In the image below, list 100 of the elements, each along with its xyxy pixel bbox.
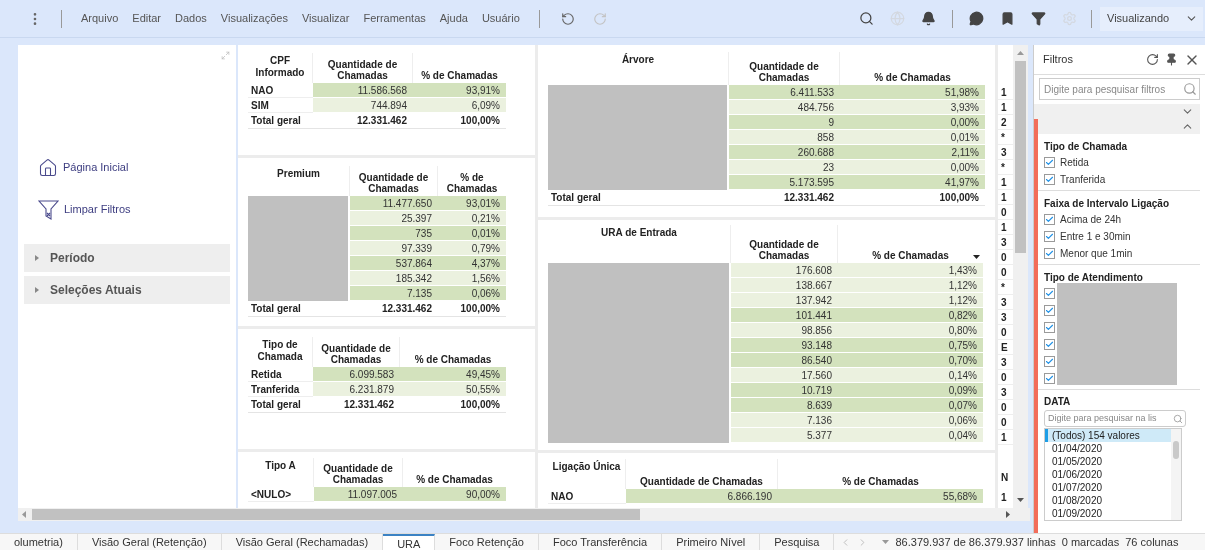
menu-item[interactable]: Usuário — [474, 10, 527, 27]
table-cell: 176.608 — [731, 263, 838, 278]
bookmark-icon[interactable] — [1000, 11, 1015, 26]
column-header: % de Chamadas — [445, 172, 499, 194]
table-cell: 4,37% — [438, 256, 506, 271]
table-cell: 7.136 — [731, 413, 838, 428]
scroll-up-icon[interactable] — [1017, 51, 1024, 55]
checkbox[interactable] — [1044, 356, 1055, 367]
total-label: Total geral — [548, 190, 729, 206]
checkbox[interactable] — [1044, 214, 1055, 225]
table-cell: 7.135 — [350, 286, 438, 301]
table-cell: 25.397 — [350, 211, 438, 226]
list-item[interactable]: 01/04/2020 — [1045, 442, 1171, 455]
table-cell: 97.339 — [350, 241, 438, 256]
sort-caret-icon[interactable] — [973, 255, 980, 259]
menu-item[interactable]: Dados — [168, 10, 214, 27]
list-item[interactable]: (Todos) 154 valores — [1045, 429, 1171, 442]
column-header: % de Chamadas — [874, 72, 951, 83]
table-cell: 0,04% — [838, 428, 983, 443]
vertical-scrollbar[interactable] — [1013, 45, 1028, 508]
row-count: 86.379.937 de 86.379.937 linhas — [895, 534, 1056, 550]
accordion-header[interactable]: Período — [24, 244, 230, 272]
sheet-tab[interactable]: Foco Retenção — [435, 534, 539, 550]
marked-count: 0 marcadas — [1061, 534, 1120, 550]
list-item[interactable]: 01/06/2020 — [1045, 468, 1171, 481]
expand-icon[interactable] — [221, 51, 230, 60]
scroll-right-icon[interactable] — [1006, 511, 1010, 518]
scroll-down-icon[interactable] — [1017, 498, 1024, 502]
checkbox[interactable] — [1044, 288, 1055, 299]
scroll-thumb[interactable] — [1015, 61, 1026, 253]
search-icon[interactable] — [859, 11, 874, 26]
search-field[interactable]: Digite para pesquisar filtros — [1039, 78, 1200, 100]
list-item[interactable]: 01/07/2020 — [1045, 481, 1171, 494]
list-item[interactable]: 01/05/2020 — [1045, 455, 1171, 468]
menu-item[interactable]: Ajuda — [432, 10, 475, 27]
table-cell: 11.097.005 — [314, 487, 403, 502]
filter-icon[interactable] — [1031, 11, 1046, 26]
scroll-thumb[interactable] — [32, 509, 640, 520]
undo-icon[interactable] — [560, 11, 575, 26]
table-cell: 5.173.595 — [729, 175, 840, 190]
scroll-left-icon[interactable] — [22, 511, 26, 518]
sheet-tab[interactable]: olumetria) — [0, 534, 78, 550]
menu-item[interactable]: Ferramentas — [356, 10, 433, 27]
menu-item[interactable]: Editar — [125, 10, 169, 27]
pin-icon[interactable] — [1165, 53, 1178, 66]
menu-item[interactable]: Visualizações — [213, 10, 295, 27]
checkbox[interactable] — [1044, 248, 1055, 259]
table-cell: 0,01% — [438, 226, 506, 241]
table-cell: 90,00% — [403, 487, 506, 502]
total-cell: 12.331.462 — [350, 301, 438, 317]
table-cell: 0,21% — [438, 211, 506, 226]
list-item[interactable]: 01/09/2020 — [1045, 507, 1171, 520]
table-cell: 6.231.879 — [313, 382, 400, 397]
checkbox[interactable] — [1044, 373, 1055, 384]
menu-item[interactable]: Arquivo — [74, 10, 126, 27]
total-cell: 12.331.462 — [313, 397, 400, 413]
list-scrollbar[interactable] — [1171, 429, 1181, 520]
nav-link[interactable]: Limpar Filtros — [38, 199, 236, 220]
checkbox-label[interactable]: Tranferida — [1060, 172, 1106, 187]
home-icon — [38, 157, 58, 178]
column-header: Ligação Única — [552, 461, 621, 473]
list-search-field[interactable]: Digite para pesquisar na lis — [1044, 410, 1186, 427]
checkbox[interactable] — [1044, 322, 1055, 333]
horizontal-scrollbar[interactable] — [18, 508, 1030, 521]
bell-icon[interactable] — [921, 11, 936, 26]
table-cell: 858 — [729, 130, 840, 145]
total-label: Total geral — [248, 113, 313, 129]
table-cell: 0,06% — [838, 413, 983, 428]
table-cell: 744.894 — [313, 98, 413, 113]
menu-item[interactable]: Visualizar — [294, 10, 357, 27]
column-header: % de Chamadas — [842, 476, 919, 487]
reset-icon[interactable] — [1146, 53, 1159, 66]
sheet-tab[interactable]: URA — [383, 534, 436, 550]
column-header: URA de Entrada — [601, 227, 677, 239]
checkbox[interactable] — [1044, 305, 1055, 316]
column-header: Quantidade de Chamadas — [748, 239, 820, 261]
nav-link[interactable]: Página Inicial — [38, 157, 236, 178]
caret-icon — [34, 287, 40, 293]
mode-dropdown[interactable]: Visualizando — [1100, 6, 1203, 31]
checkbox[interactable] — [1044, 174, 1055, 185]
table-cell: 50,55% — [400, 382, 506, 397]
table-cell: 1,12% — [838, 278, 983, 293]
table-cell: 93,91% — [413, 83, 506, 98]
sheet-tab[interactable]: Visão Geral (Retenção) — [77, 534, 222, 550]
checkbox-label[interactable]: Retida — [1060, 155, 1089, 170]
list-item[interactable]: 01/08/2020 — [1045, 494, 1171, 507]
checkbox-label[interactable]: Entre 1 e 30min — [1060, 229, 1131, 244]
checkbox-label[interactable]: Menor que 1min — [1060, 246, 1133, 261]
sheet-tab[interactable]: Primeiro Nível — [662, 534, 761, 550]
dropdown-caret-icon[interactable] — [882, 540, 890, 544]
checkbox[interactable] — [1044, 157, 1055, 168]
checkbox[interactable] — [1044, 339, 1055, 350]
sheet-tab[interactable]: Pesquisa — [760, 534, 835, 550]
sheet-tab[interactable]: Foco Transferência — [538, 534, 663, 550]
chat-icon[interactable] — [969, 11, 984, 26]
checkbox[interactable] — [1044, 231, 1055, 242]
checkbox-label[interactable]: Acima de 24h — [1060, 212, 1122, 227]
accordion-header[interactable]: Seleções Atuais — [24, 276, 230, 304]
table-cell: 17.560 — [731, 368, 838, 383]
column-header: Tipo A — [265, 460, 296, 472]
